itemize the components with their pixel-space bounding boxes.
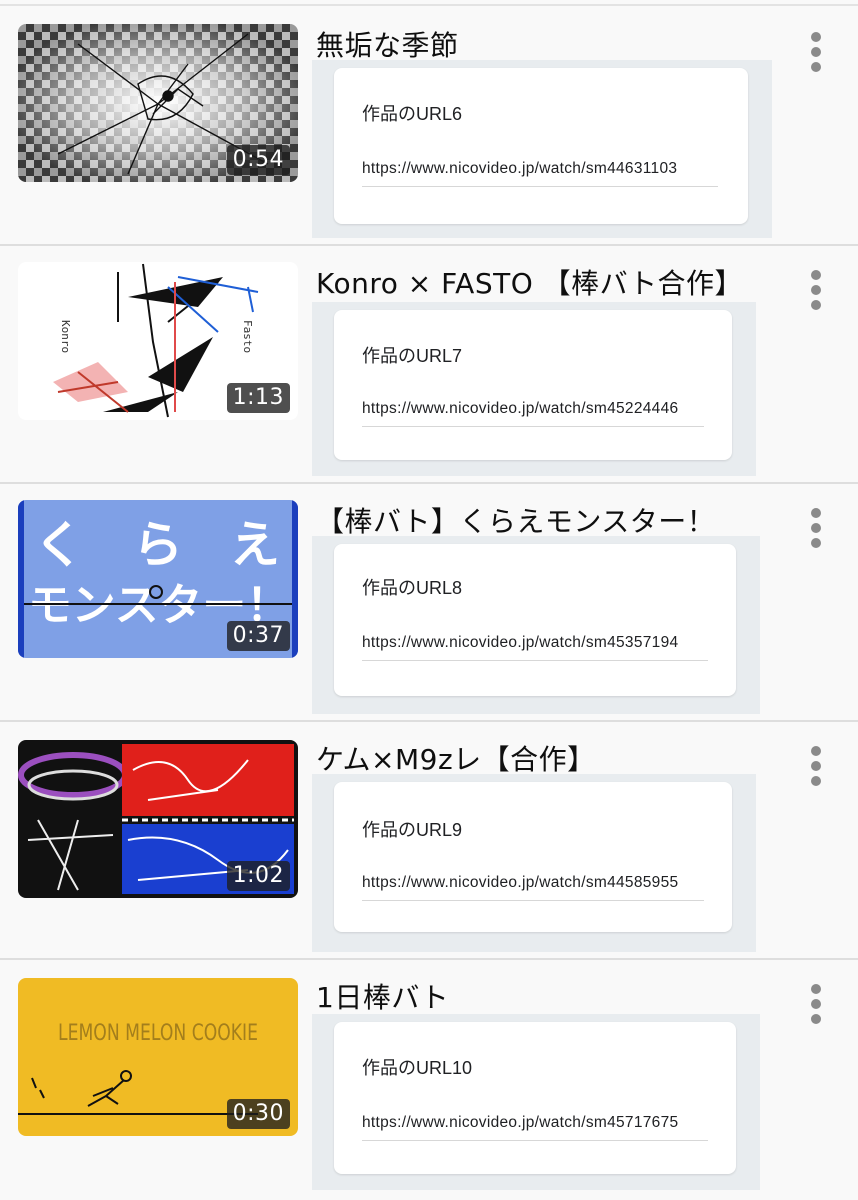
video-url-field[interactable]: https://www.nicovideo.jp/watch/sm4571767… <box>362 1114 678 1132</box>
video-duration-badge: 0:54 <box>226 145 290 175</box>
url-label: 作品のURL6 <box>362 104 463 124</box>
video-thumbnail[interactable]: Konro Fasto 1:13 <box>18 262 298 420</box>
video-url-field[interactable]: https://www.nicovideo.jp/watch/sm4463110… <box>362 160 677 178</box>
video-duration-badge: 1:13 <box>226 383 290 413</box>
thumbnail-text-e: え <box>230 516 280 574</box>
url-underline <box>362 186 718 187</box>
video-title[interactable]: 無垢な季節 <box>316 24 459 64</box>
more-options-icon[interactable] <box>806 508 828 550</box>
url-label: 作品のURL9 <box>362 820 463 840</box>
url-panel: 作品のURL8 https://www.nicovideo.jp/watch/s… <box>312 536 760 714</box>
url-card: 作品のURL8 https://www.nicovideo.jp/watch/s… <box>334 544 736 696</box>
video-title[interactable]: Konro × FASTO 【棒バト合作】 <box>316 262 743 302</box>
url-panel: 作品のURL7 https://www.nicovideo.jp/watch/s… <box>312 302 756 476</box>
thumbnail-text-ra: ら <box>133 516 183 574</box>
video-list-item[interactable]: く ら え モンスター！ 0:37 【棒バト】くらえモンスター！ 作品のURL8… <box>0 484 858 722</box>
thumbnail-text-lemon: LEMON MELON COOKIE <box>58 1021 258 1046</box>
video-duration-badge: 1:02 <box>226 861 290 891</box>
video-list-item[interactable]: LEMON MELON COOKIE 0:30 1日棒バト 作品のURL10 h… <box>0 960 858 1198</box>
video-duration-badge: 0:30 <box>226 1099 290 1129</box>
url-panel: 作品のURL6 https://www.nicovideo.jp/watch/s… <box>312 60 772 238</box>
more-options-icon[interactable] <box>806 984 828 1026</box>
video-url-field[interactable]: https://www.nicovideo.jp/watch/sm4458595… <box>362 874 678 892</box>
list-top-divider <box>0 0 858 6</box>
url-card: 作品のURL7 https://www.nicovideo.jp/watch/s… <box>334 310 732 460</box>
url-label: 作品のURL8 <box>362 578 463 598</box>
video-duration-badge: 0:37 <box>226 621 290 651</box>
more-options-icon[interactable] <box>806 32 828 74</box>
url-underline <box>362 1140 708 1141</box>
url-underline <box>362 660 708 661</box>
url-card: 作品のURL6 https://www.nicovideo.jp/watch/s… <box>334 68 748 224</box>
video-list-item[interactable]: Konro Fasto 1:13 Konro × FASTO 【棒バト合作】 作… <box>0 246 858 484</box>
video-thumbnail[interactable]: 0:54 <box>18 24 298 182</box>
url-label: 作品のURL10 <box>362 1058 473 1078</box>
video-url-field[interactable]: https://www.nicovideo.jp/watch/sm4522444… <box>362 400 678 418</box>
video-thumbnail[interactable]: LEMON MELON COOKIE 0:30 <box>18 978 298 1136</box>
url-card: 作品のURL9 https://www.nicovideo.jp/watch/s… <box>334 782 732 932</box>
video-title[interactable]: 【棒バト】くらえモンスター！ <box>316 500 715 540</box>
url-card: 作品のURL10 https://www.nicovideo.jp/watch/… <box>334 1022 736 1174</box>
url-panel: 作品のURL10 https://www.nicovideo.jp/watch/… <box>312 1014 760 1190</box>
video-title[interactable]: 1日棒バト <box>316 976 449 1016</box>
thumbnail-text-left: Konro <box>59 320 72 353</box>
more-options-icon[interactable] <box>806 746 828 788</box>
thumbnail-text-right: Fasto <box>241 320 254 353</box>
url-label: 作品のURL7 <box>362 346 463 366</box>
video-thumbnail[interactable]: 1:02 <box>18 740 298 898</box>
thumbnail-text-ku: く <box>34 516 84 574</box>
video-list-item[interactable]: 1:02 ケム×M9zレ【合作】 作品のURL9 https://www.nic… <box>0 722 858 960</box>
url-underline <box>362 426 704 427</box>
video-thumbnail[interactable]: く ら え モンスター！ 0:37 <box>18 500 298 658</box>
video-url-field[interactable]: https://www.nicovideo.jp/watch/sm4535719… <box>362 634 678 652</box>
video-title[interactable]: ケム×M9zレ【合作】 <box>316 738 596 778</box>
more-options-icon[interactable] <box>806 270 828 312</box>
video-list-item[interactable]: 0:54 無垢な季節 作品のURL6 https://www.nicovideo… <box>0 8 858 246</box>
url-panel: 作品のURL9 https://www.nicovideo.jp/watch/s… <box>312 774 756 952</box>
url-underline <box>362 900 704 901</box>
